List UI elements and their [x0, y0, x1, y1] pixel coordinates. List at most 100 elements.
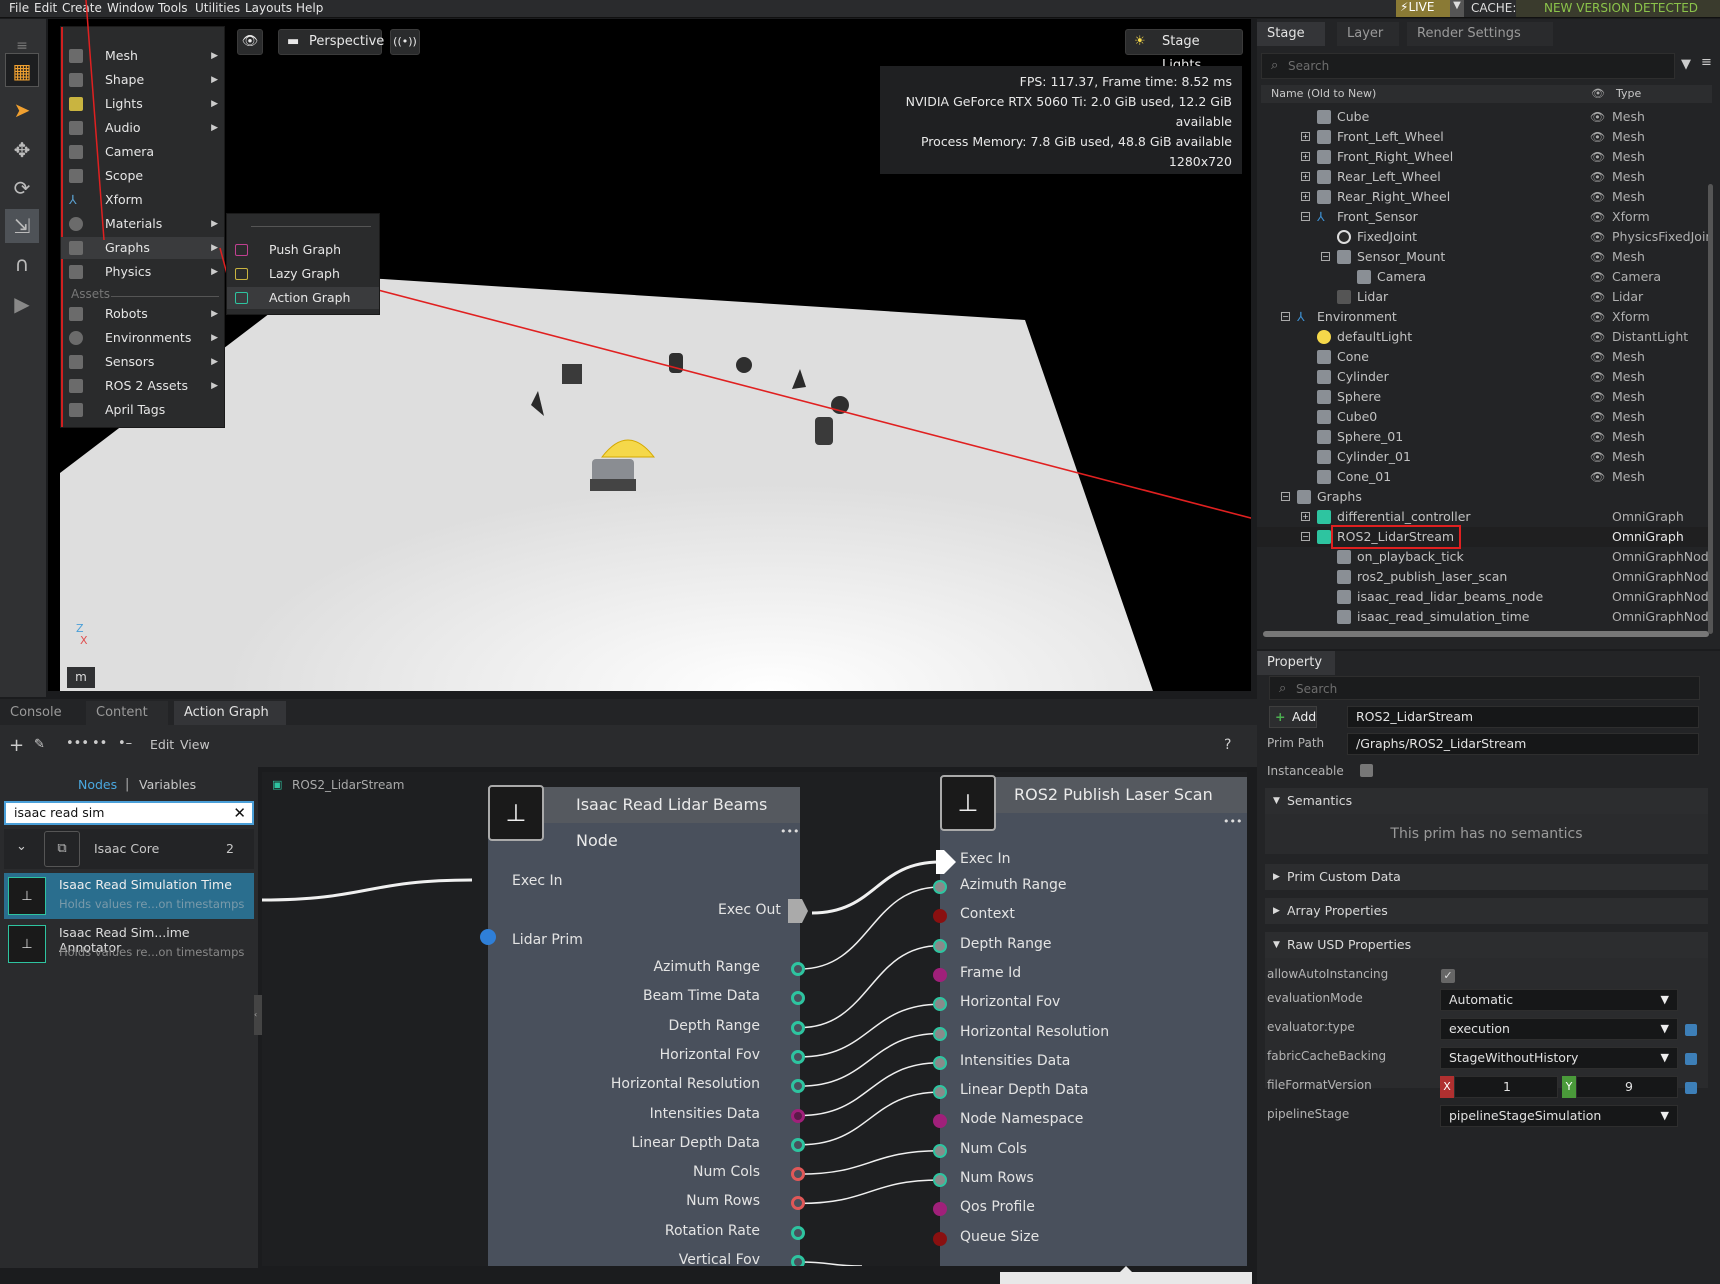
- move-icon[interactable]: ✥: [5, 133, 39, 167]
- pipeline-stage-select[interactable]: pipelineStageSimulation ▼: [1440, 1105, 1678, 1127]
- visibility-eye-icon[interactable]: 👁: [1590, 407, 1605, 427]
- output-port[interactable]: [791, 962, 805, 976]
- collapse-icon[interactable]: −: [1281, 492, 1290, 501]
- output-port[interactable]: [791, 1137, 805, 1152]
- override-indicator[interactable]: [1685, 1082, 1697, 1094]
- collapse-icon[interactable]: −: [1321, 252, 1330, 261]
- exec-in-port[interactable]: [936, 850, 956, 874]
- visibility-eye-icon[interactable]: 👁: [1590, 107, 1605, 127]
- menu-item-environments[interactable]: Environments ▶: [61, 327, 224, 349]
- add-button[interactable]: + Add: [1269, 706, 1317, 728]
- input-port[interactable]: [933, 1085, 947, 1100]
- stage-row-sphere[interactable]: Sphere 👁 Mesh: [1257, 387, 1712, 407]
- more-options-icon[interactable]: •••: [1223, 815, 1242, 828]
- collapse-icon[interactable]: −: [1301, 532, 1310, 541]
- play-icon[interactable]: ▶: [5, 287, 39, 321]
- fabric-cache-backing-select[interactable]: StageWithoutHistory ▼: [1440, 1047, 1678, 1069]
- visibility-eye-icon[interactable]: 👁: [1590, 267, 1605, 287]
- menu-layouts[interactable]: Layouts: [245, 1, 292, 15]
- more-options-icon[interactable]: •••: [780, 825, 799, 838]
- node-ros2-publish-laser-scan[interactable]: ROS2 Publish Laser Scan ⊥ ••• Exec In Azi…: [933, 775, 1247, 1266]
- output-port[interactable]: [791, 1255, 805, 1266]
- menu-item-push-graph[interactable]: Push Graph: [227, 239, 379, 261]
- stage-row-cone[interactable]: Cone 👁 Mesh: [1257, 347, 1712, 367]
- menu-item-sensors[interactable]: Sensors ▶: [61, 351, 224, 373]
- allow-auto-instancing-checkbox[interactable]: ✓: [1441, 969, 1455, 983]
- menu-help[interactable]: Help: [296, 1, 323, 15]
- visibility-eye-icon[interactable]: 👁: [1590, 467, 1605, 487]
- stage-row-differential-controller[interactable]: + differential_controller OmniGraph: [1257, 507, 1712, 527]
- output-port[interactable]: [791, 1020, 805, 1035]
- node-search-input[interactable]: isaac read sim ✕: [4, 801, 254, 825]
- input-port[interactable]: [933, 938, 947, 953]
- input-port[interactable]: [933, 1231, 947, 1246]
- tab-action-graph[interactable]: Action Graph: [174, 701, 286, 725]
- collapse-icon[interactable]: •–: [118, 736, 132, 751]
- audio-broadcast-icon[interactable]: ((•)): [390, 29, 420, 55]
- visibility-eye-icon[interactable]: 👁: [1590, 247, 1605, 267]
- version-x-input[interactable]: 1: [1454, 1076, 1558, 1098]
- stage-row-ros2-publish-laser-scan[interactable]: ros2_publish_laser_scan OmniGraphNode: [1257, 567, 1712, 587]
- stage-row-isaac-read-lidar-beams-node[interactable]: isaac_read_lidar_beams_node OmniGraphNode: [1257, 587, 1712, 607]
- stage-row-rear-right-wheel[interactable]: + Rear_Right_Wheel 👁 Mesh: [1257, 187, 1712, 207]
- tab-content[interactable]: Content: [86, 701, 168, 725]
- semantics-section[interactable]: ▼ Semantics: [1265, 788, 1708, 814]
- visibility-eye-icon[interactable]: 👁: [1590, 367, 1605, 387]
- edit-menu[interactable]: Edit: [150, 737, 174, 752]
- view-menu[interactable]: View: [180, 737, 210, 752]
- tab-layer[interactable]: Layer: [1337, 22, 1399, 46]
- stage-row-graphs[interactable]: − Graphs: [1257, 487, 1712, 507]
- stage-row-cube[interactable]: Cube 👁 Mesh: [1257, 107, 1712, 127]
- expand-icon[interactable]: +: [1301, 152, 1310, 161]
- visibility-eye-icon[interactable]: 👁: [1590, 427, 1605, 447]
- input-port[interactable]: [933, 1055, 947, 1070]
- lidar-prim-port[interactable]: [480, 929, 496, 945]
- collapse-icon[interactable]: −: [1301, 212, 1310, 221]
- stage-row-defaultlight[interactable]: defaultLight 👁 DistantLight: [1257, 327, 1712, 347]
- input-port[interactable]: [933, 997, 947, 1012]
- edit-pencil-icon[interactable]: ✎: [34, 737, 45, 752]
- visibility-eye-icon[interactable]: 👁: [1590, 347, 1605, 367]
- chevron-down-icon[interactable]: ⌄: [16, 839, 27, 854]
- stage-row-environment[interactable]: − ⅄ Environment 👁 Xform: [1257, 307, 1712, 327]
- override-indicator[interactable]: [1685, 1053, 1697, 1065]
- menu-file[interactable]: File: [9, 1, 29, 15]
- tab-console[interactable]: Console: [0, 701, 80, 725]
- stage-row-front-right-wheel[interactable]: + Front_Right_Wheel 👁 Mesh: [1257, 147, 1712, 167]
- menu-edit[interactable]: Edit: [34, 1, 57, 15]
- rotate-icon[interactable]: ⟳: [5, 171, 39, 205]
- tab-property[interactable]: Property: [1257, 651, 1335, 675]
- visibility-eye-icon[interactable]: 👁: [1590, 187, 1605, 207]
- version-y-input[interactable]: 9: [1576, 1076, 1678, 1098]
- visibility-eye-icon[interactable]: 👁: [1590, 227, 1605, 247]
- prim-path-field[interactable]: /Graphs/ROS2_LidarStream: [1347, 733, 1699, 755]
- tab-stage[interactable]: Stage: [1257, 22, 1325, 46]
- input-port[interactable]: [933, 1202, 947, 1217]
- units-badge[interactable]: m: [67, 667, 95, 688]
- visibility-eye-icon[interactable]: 👁: [1590, 327, 1605, 347]
- tab-render-settings[interactable]: Render Settings: [1407, 22, 1553, 46]
- collapse-icon[interactable]: −: [1281, 312, 1290, 321]
- stage-row-fixedjoint[interactable]: FixedJoint 👁 PhysicsFixedJoint: [1257, 227, 1712, 247]
- stage-search-input[interactable]: Search: [1261, 53, 1675, 79]
- instanceable-checkbox[interactable]: [1360, 764, 1373, 777]
- filter-icon[interactable]: ▼: [1681, 57, 1691, 72]
- stage-row-camera[interactable]: Camera 👁 Camera: [1257, 267, 1712, 287]
- tab-variables[interactable]: Variables: [139, 777, 196, 792]
- stage-row-rear-left-wheel[interactable]: + Rear_Left_Wheel 👁 Mesh: [1257, 167, 1712, 187]
- camera-selector[interactable]: ▬ Perspective: [278, 29, 384, 55]
- evaluator-type-select[interactable]: execution ▼: [1440, 1018, 1678, 1040]
- override-indicator[interactable]: [1685, 1024, 1697, 1036]
- help-icon[interactable]: ?: [1224, 737, 1231, 753]
- evaluation-mode-select[interactable]: Automatic ▼: [1440, 989, 1678, 1011]
- stage-row-sensor-mount[interactable]: − Sensor_Mount 👁 Mesh: [1257, 247, 1712, 267]
- output-port[interactable]: [791, 1049, 805, 1064]
- expand-icon[interactable]: +: [1301, 192, 1310, 201]
- stage-row-front-sensor[interactable]: − ⅄ Front_Sensor 👁 Xform: [1257, 207, 1712, 227]
- snap-magnet-icon[interactable]: ∩: [5, 247, 39, 281]
- visibility-eye-icon[interactable]: 👁: [1590, 147, 1605, 167]
- input-port[interactable]: [933, 1173, 947, 1187]
- menu-item-lazy-graph[interactable]: Lazy Graph: [227, 263, 379, 285]
- action-graph-canvas[interactable]: ▣ ROS2_LidarStream Isaac Read Lidar Beam…: [262, 772, 1247, 1266]
- horizontal-scrollbar[interactable]: [1263, 631, 1709, 637]
